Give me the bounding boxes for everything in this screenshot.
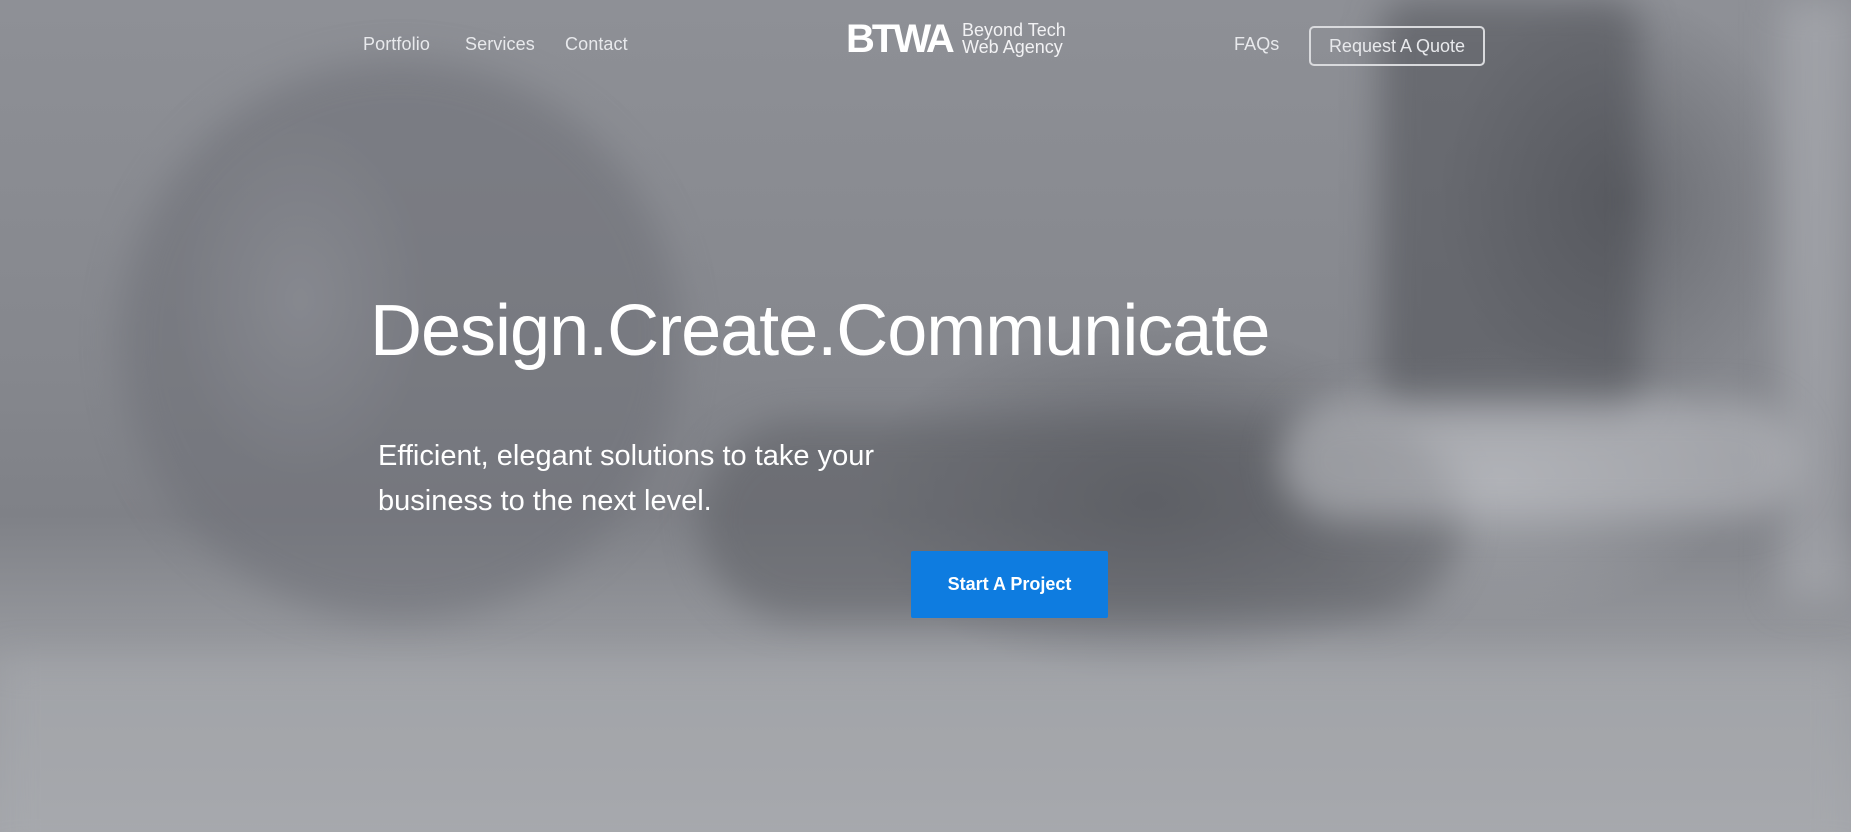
background-blur-edge [1780, 0, 1851, 600]
hero-subline-line-2: business to the next level. [378, 485, 712, 517]
logo-line-2: Web Agency [962, 37, 1063, 57]
nav-link-contact[interactable]: Contact [565, 34, 628, 55]
background-blur-desk [0, 660, 1851, 832]
nav-link-services[interactable]: Services [465, 34, 535, 55]
hero-subline-line-1: Efficient, elegant solutions to take you… [378, 440, 874, 472]
brand-logo[interactable]: BTWA Beyond Tech Web Agency [846, 18, 1072, 60]
hero-section: Portfolio Services Contact BTWA Beyond T… [0, 0, 1851, 832]
background-blur-keyboard [1280, 400, 1800, 520]
request-quote-button[interactable]: Request A Quote [1309, 26, 1485, 66]
logo-mark: BTWA [846, 17, 955, 61]
nav-link-faqs[interactable]: FAQs [1234, 34, 1279, 55]
nav-link-portfolio[interactable]: Portfolio [363, 34, 430, 55]
start-project-button[interactable]: Start A Project [911, 551, 1108, 618]
hero-headline: Design.Create.Communicate [370, 291, 1270, 371]
hero-subline: Efficient, elegant solutions to take you… [378, 434, 898, 524]
